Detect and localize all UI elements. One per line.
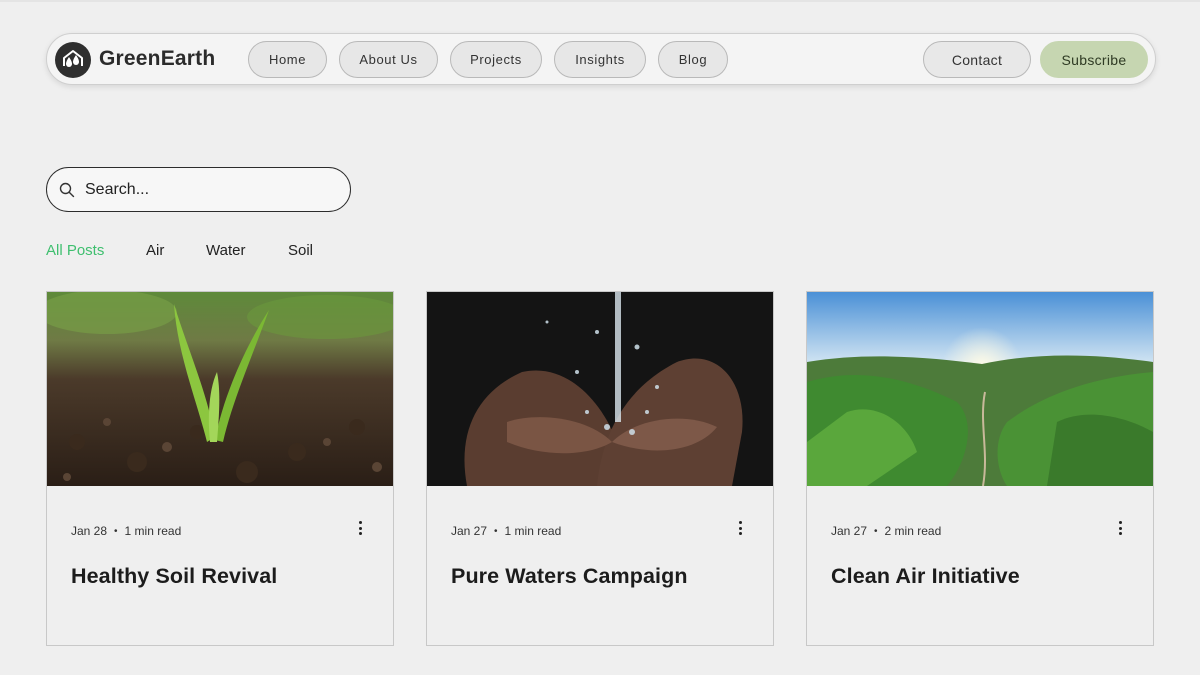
post-card[interactable]: Jan 27 • 2 min read Clean Air Initiative bbox=[806, 291, 1154, 646]
nav-blog-button[interactable]: Blog bbox=[658, 41, 728, 78]
more-options-icon[interactable] bbox=[357, 521, 363, 537]
search-input[interactable] bbox=[85, 177, 335, 203]
greenearth-logo-icon[interactable] bbox=[55, 42, 91, 78]
subscribe-button[interactable]: Subscribe bbox=[1040, 41, 1148, 78]
category-soil[interactable]: Soil bbox=[288, 242, 313, 259]
post-read-time: 2 min read bbox=[884, 524, 942, 538]
post-meta: Jan 28 • 1 min read bbox=[71, 524, 181, 538]
contact-button[interactable]: Contact bbox=[923, 41, 1031, 78]
meta-separator: • bbox=[494, 525, 498, 537]
post-card[interactable]: Jan 28 • 1 min read Healthy Soil Revival bbox=[46, 291, 394, 646]
post-read-time: 1 min read bbox=[124, 524, 182, 538]
post-date: Jan 27 bbox=[451, 524, 488, 538]
post-image-seedling[interactable] bbox=[47, 292, 393, 486]
category-all-posts[interactable]: All Posts bbox=[46, 242, 104, 259]
post-date: Jan 28 bbox=[71, 524, 108, 538]
category-water[interactable]: Water bbox=[206, 242, 245, 259]
meta-separator: • bbox=[114, 525, 118, 537]
post-image-water-hands[interactable] bbox=[427, 292, 773, 486]
category-air[interactable]: Air bbox=[146, 242, 164, 259]
post-card[interactable]: Jan 27 • 1 min read Pure Waters Campaign bbox=[426, 291, 774, 646]
top-divider bbox=[0, 0, 1200, 2]
nav-home-button[interactable]: Home bbox=[248, 41, 327, 78]
nav-projects-button[interactable]: Projects bbox=[450, 41, 542, 78]
more-options-icon[interactable] bbox=[1117, 521, 1123, 537]
post-image-green-valley[interactable] bbox=[807, 292, 1153, 486]
brand-name[interactable]: GreenEarth bbox=[99, 47, 215, 71]
post-date: Jan 27 bbox=[831, 524, 868, 538]
header-nav: GreenEarth Home About Us Projects Insigh… bbox=[46, 33, 1156, 85]
post-meta: Jan 27 • 2 min read bbox=[831, 524, 941, 538]
nav-insights-button[interactable]: Insights bbox=[554, 41, 646, 78]
post-title[interactable]: Healthy Soil Revival bbox=[71, 564, 277, 589]
post-title[interactable]: Clean Air Initiative bbox=[831, 564, 1020, 589]
search-icon bbox=[59, 182, 75, 198]
post-title[interactable]: Pure Waters Campaign bbox=[451, 564, 688, 589]
search-box bbox=[46, 167, 351, 212]
post-meta: Jan 27 • 1 min read bbox=[451, 524, 561, 538]
meta-separator: • bbox=[874, 525, 878, 537]
more-options-icon[interactable] bbox=[737, 521, 743, 537]
post-read-time: 1 min read bbox=[504, 524, 562, 538]
nav-about-us-button[interactable]: About Us bbox=[339, 41, 438, 78]
